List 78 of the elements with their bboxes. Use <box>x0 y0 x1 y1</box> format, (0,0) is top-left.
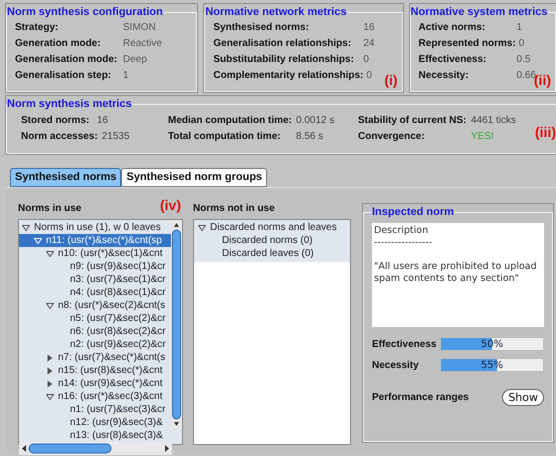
panel-title: Norm synthesis metrics <box>7 97 132 112</box>
field-label: Convergence: <box>358 130 426 142</box>
meter-label: Necessity <box>372 358 420 372</box>
field-label: Stability of current NS: <box>358 114 468 126</box>
expanded-icon <box>46 392 55 400</box>
tab[interactable]: Synthesised norm groups <box>121 168 268 187</box>
tree-item[interactable]: Discarded norms (0) <box>194 234 350 247</box>
panel-title: Normative network metrics <box>205 5 347 20</box>
field-value: 8.56 s <box>296 130 324 142</box>
expanded-icon <box>46 302 55 310</box>
field-value: Deep <box>123 54 147 66</box>
field-label: Strategy: <box>15 22 60 34</box>
tree-item[interactable]: n14: (usr(9)&sec(*)&cnt <box>19 377 171 390</box>
field-value: 0 <box>518 38 524 50</box>
tree-item[interactable]: n4: (usr(8)&sec(1)&cr <box>19 286 171 299</box>
field-value: SIMON <box>123 22 156 34</box>
panel-title: Normative system metrics <box>410 5 548 20</box>
field-label: Total computation time: <box>168 130 282 142</box>
show-button[interactable]: Show <box>502 388 544 406</box>
tree-item[interactable]: n5: (usr(7)&sec(2)&cr <box>19 312 171 325</box>
panel-title: Norm synthesis configuration <box>7 5 163 20</box>
tree-item[interactable]: n6: (usr(8)&sec(2)&cr <box>19 325 171 338</box>
tree-item[interactable]: n8: (usr(*)&sec(2)&cnt(s <box>19 299 171 312</box>
tree-item[interactable]: n9: (usr(9)&sec(1)&cr <box>19 260 171 273</box>
vertical-scrollbar[interactable] <box>171 220 182 429</box>
field-value: YES! <box>471 130 494 142</box>
field-value: 16 <box>363 22 374 34</box>
field-label: Substitutability relationships: <box>213 54 355 66</box>
tree-item[interactable]: n2: (usr(9)&sec(2)&cr <box>19 338 171 351</box>
field-label: Synthesised norms: <box>213 22 310 34</box>
expanded-icon <box>198 224 207 232</box>
field-value: 0 <box>366 70 372 82</box>
field-value: 16 <box>97 114 108 126</box>
tree-item[interactable]: Discarded leaves (0) <box>194 247 350 260</box>
tree-item[interactable]: n3: (usr(7)&sec(1)&cr <box>19 273 171 286</box>
tree-item[interactable]: Norms in use (1), w 0 leaves <box>19 221 171 234</box>
field-label: Generalisation step: <box>15 70 112 82</box>
field-value: 0 <box>363 54 369 66</box>
tree-item[interactable]: n12: (usr(9)&sec(3)& <box>19 416 171 429</box>
field-value: 1 <box>516 22 522 34</box>
field-label: Generalisation relationships: <box>213 38 352 50</box>
section-title: Norms not in use <box>193 202 276 216</box>
field-value: 0.0012 s <box>296 114 334 126</box>
annotation-label: (iv) <box>160 196 181 215</box>
tab[interactable]: Synthesised norms <box>10 168 122 187</box>
field-value: Reactive <box>123 38 162 50</box>
description-text: Description ----------------- "All users are prohibited to upload spam contents to any section" <box>372 222 544 326</box>
field-label: Generalisation mode: <box>15 54 118 66</box>
tree-item[interactable]: n15: (usr(8)&sec(*)&cnt <box>19 364 171 377</box>
meter-label: Effectiveness <box>372 338 438 352</box>
field-value: 4461 ticks <box>471 114 516 126</box>
field-value: 0.5 <box>516 54 530 66</box>
field-label: Represented norms: <box>418 38 517 50</box>
horizontal-scrollbar[interactable] <box>19 442 172 455</box>
field-label: Norm accesses: <box>21 130 99 142</box>
field-label: Effectiveness: <box>418 54 488 66</box>
panel-title: Inspected norm <box>372 205 454 220</box>
field-value: 21535 <box>102 130 130 142</box>
field-label: Complementarity relationships: <box>213 70 364 82</box>
performance-label: Performance ranges <box>372 390 469 404</box>
tree-item[interactable]: n10: (usr(*)&sec(1)&cnt <box>19 247 171 260</box>
tree-item[interactable]: n1: (usr(7)&sec(3)&cr <box>19 403 171 416</box>
tree-item[interactable]: Discarded norms and leaves <box>194 221 350 234</box>
field-value: 1 <box>123 70 129 82</box>
field-label: Stored norms: <box>21 114 90 126</box>
section-title: Norms in use <box>18 202 82 216</box>
field-label: Necessity: <box>418 70 470 82</box>
field-label: Active norms: <box>418 22 486 34</box>
field-label: Median computation time: <box>168 114 293 126</box>
field-label: Generation mode: <box>15 38 102 50</box>
field-value: 24 <box>363 38 374 50</box>
annotation-label: (iii) <box>535 122 556 142</box>
tree-item[interactable]: n7: (usr(7)&sec(*)&cnt(s <box>19 351 171 364</box>
tree-item[interactable]: n13: (usr(8)&sec(3)& <box>19 429 171 442</box>
annotation-label: (i) <box>384 71 398 90</box>
tree-item[interactable]: n11: (usr(*)&sec(*)&cnt(sp <box>19 234 171 247</box>
tree-item[interactable]: n16: (usr(*)&sec(3)&cnt <box>19 390 171 403</box>
progress-reading: 50% <box>480 338 504 350</box>
